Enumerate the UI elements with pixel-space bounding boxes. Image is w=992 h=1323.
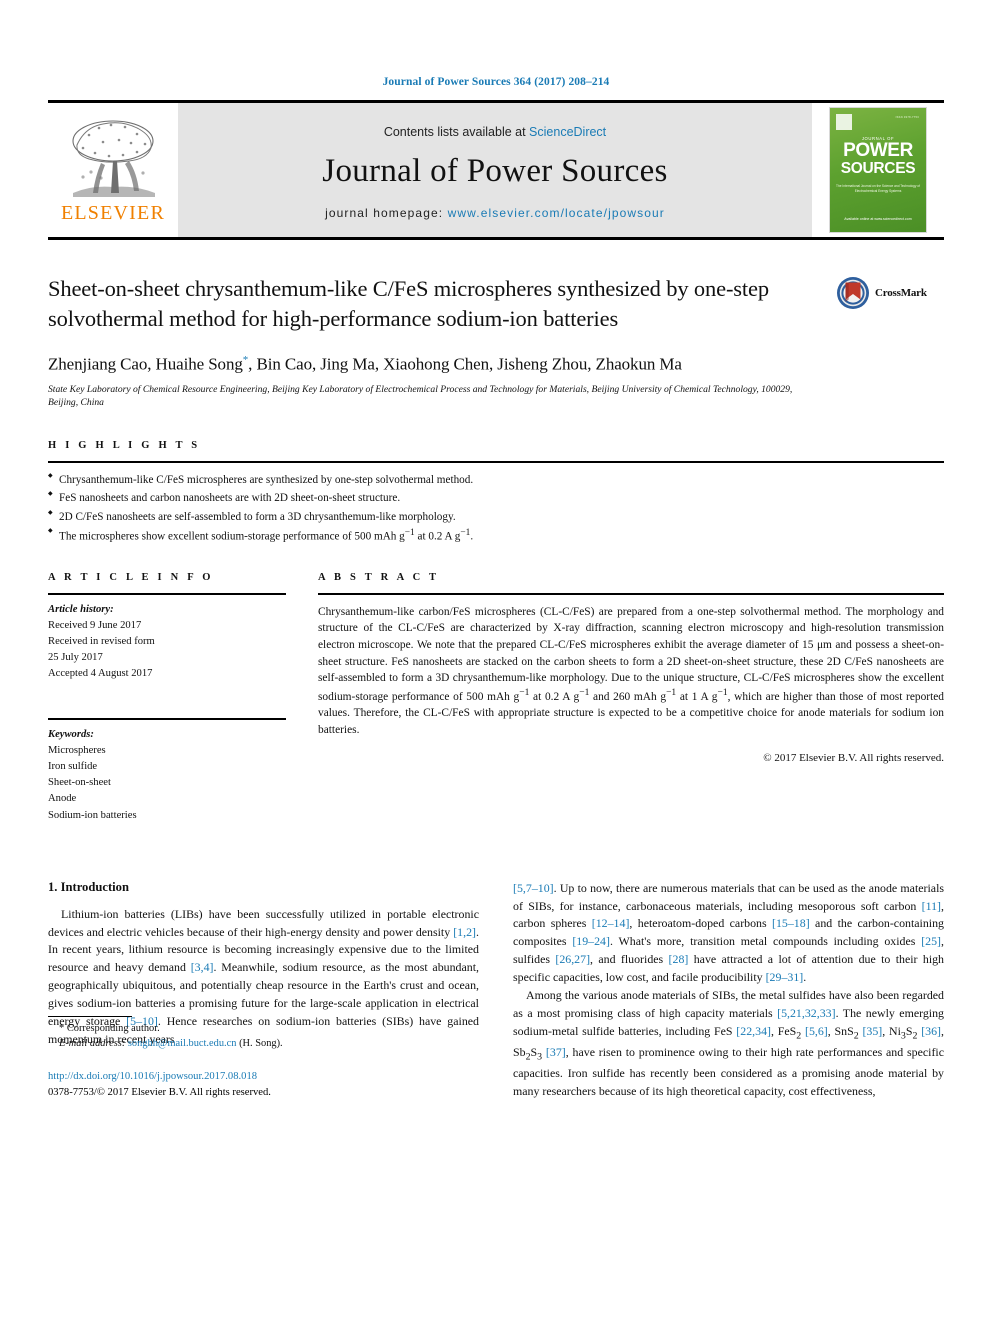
section-heading-introduction: 1. Introduction [48, 879, 129, 894]
sciencedirect-link[interactable]: ScienceDirect [529, 125, 606, 139]
list-item: The microspheres show excellent sodium-s… [48, 526, 944, 546]
citation-link[interactable]: [11] [922, 899, 941, 913]
keyword-item: Sheet-on-sheet [48, 777, 111, 789]
citation-link[interactable]: [12–14] [592, 916, 630, 930]
keywords-block: Keywords: Microspheres Iron sulfide Shee… [48, 727, 286, 824]
article-history-line: Accepted 4 August 2017 [48, 667, 153, 679]
paper-page: Journal of Power Sources 364 (2017) 208–… [0, 0, 992, 1323]
list-item: FeS nanosheets and carbon nanosheets are… [48, 489, 944, 507]
author-list: Zhenjiang Cao, Huaihe Song*, Bin Cao, Ji… [48, 354, 824, 375]
keyword-item: Anode [48, 793, 77, 805]
article-info-label: A R T I C L E I N F O [48, 571, 214, 583]
journal-title: Journal of Power Sources [322, 152, 668, 189]
citation-link[interactable]: [37] [546, 1045, 566, 1059]
cover-corner-text: ISSN 0378-7753 [895, 116, 919, 119]
issn-copyright-line: 0378-7753/© 2017 Elsevier B.V. All right… [48, 1086, 271, 1098]
citation-link[interactable]: [5,6] [805, 1024, 828, 1038]
journal-masthead: ELSEVIER Contents lists available at Sci… [48, 100, 944, 240]
citation-link[interactable]: [15–18] [772, 916, 810, 930]
info-abstract-section: A R T I C L E I N F O Article history: R… [48, 572, 944, 824]
elsevier-tree-icon [72, 120, 155, 197]
citation-link[interactable]: [29–31] [766, 970, 804, 984]
keyword-item: Microspheres [48, 745, 106, 757]
article-history-title: Article history: [48, 603, 114, 615]
cover-title-line2: SOURCES [840, 159, 916, 177]
affiliation: State Key Laboratory of Chemical Resourc… [48, 383, 793, 409]
abstract-rule [318, 592, 944, 595]
crossmark-label: CrossMark [875, 287, 927, 299]
citation-link[interactable]: [3,4] [191, 960, 214, 974]
citation-link[interactable]: [19–24] [572, 934, 610, 948]
contents-prefix: Contents lists available at [383, 124, 530, 139]
email-address-label: E-mail address: [59, 1038, 126, 1050]
abstract-column: A B S T R A C T Chrysanthemum-like carbo… [318, 572, 944, 824]
masthead-center: Contents lists available at ScienceDirec… [178, 103, 812, 237]
corresponding-author-label: Corresponding author. [66, 1022, 160, 1034]
cover-title-line1: POWER [843, 140, 913, 161]
keyword-item: Iron sulfide [48, 761, 98, 773]
citation-link[interactable]: [26,27] [555, 952, 590, 966]
cover-elsevier-mark-icon [836, 114, 852, 130]
citation-link[interactable]: [35] [862, 1024, 882, 1038]
article-info-rule [48, 592, 286, 595]
highlights-list: Chrysanthemum-like C/FeS microspheres ar… [48, 471, 944, 545]
article-history-line: Received 9 June 2017 [48, 619, 142, 631]
body-columns: 1. Introduction Lithium-ion batteries (L… [48, 880, 944, 1101]
page-title: Sheet-on-sheet chrysanthemum-like C/FeS … [48, 276, 769, 331]
highlights-section: H I G H L I G H T S Chrysanthemum-like C… [48, 440, 944, 545]
corresponding-author-note: * Corresponding author. E-mail address: … [48, 1021, 479, 1052]
cover-subtitle: The International Journal on the Science… [836, 184, 920, 193]
citation-link[interactable]: [5,21,32,33] [777, 1006, 835, 1020]
email-suffix: (H. Song). [239, 1038, 283, 1050]
article-history: Article history: Received 9 June 2017 Re… [48, 602, 286, 682]
crossmark-icon [837, 277, 869, 309]
citation-link[interactable]: [28] [669, 952, 689, 966]
elsevier-logo: ELSEVIER [48, 103, 178, 237]
abstract-label: A B S T R A C T [318, 571, 440, 583]
journal-cover-thumbnail: ISSN 0378-7753 JOURNAL OF POWER SOURCES … [812, 103, 944, 237]
keywords-title: Keywords: [48, 729, 94, 741]
citation-link[interactable]: [22,34] [736, 1024, 771, 1038]
citation-link[interactable]: [5,7–10] [513, 881, 554, 895]
journal-homepage-line: journal homepage: www.elsevier.com/locat… [325, 206, 665, 220]
citation-link[interactable]: [1,2] [453, 925, 476, 939]
running-head: Journal of Power Sources 364 (2017) 208–… [382, 76, 610, 88]
article-history-line: Received in revised form [48, 635, 155, 647]
citation-link[interactable]: [36] [921, 1024, 941, 1038]
list-item: Chrysanthemum-like C/FeS microspheres ar… [48, 471, 944, 489]
body-column-right: [5,7–10]. Up to now, there are numerous … [513, 880, 944, 1101]
doi-block: http://dx.doi.org/10.1016/j.jpowsour.201… [48, 1069, 479, 1101]
crossmark-badge[interactable]: CrossMark [836, 276, 944, 310]
journal-homepage-link[interactable]: www.elsevier.com/locate/jpowsour [448, 206, 665, 220]
cover-footer-text: Available online at www.sciencedirect.co… [844, 217, 912, 222]
homepage-prefix: journal homepage: [325, 205, 448, 220]
highlights-rule [48, 461, 944, 464]
article-info-column: A R T I C L E I N F O Article history: R… [48, 572, 286, 824]
authors-first: Zhenjiang Cao, Huaihe Song [48, 354, 243, 374]
footnote-marker: * [59, 1022, 65, 1034]
body-column-left: 1. Introduction Lithium-ion batteries (L… [48, 880, 479, 1101]
highlights-label: H I G H L I G H T S [48, 440, 201, 452]
authors-rest: , Bin Cao, Jing Ma, Xiaohong Chen, Jishe… [248, 354, 682, 374]
abstract-text: Chrysanthemum-like carbon/FeS microspher… [318, 605, 944, 736]
citation-link[interactable]: [25] [921, 934, 941, 948]
doi-link[interactable]: http://dx.doi.org/10.1016/j.jpowsour.201… [48, 1069, 479, 1085]
email-link[interactable]: songhh@mail.buct.edu.cn [128, 1038, 237, 1049]
cover-title: POWER SOURCES [830, 140, 926, 177]
elsevier-wordmark: ELSEVIER [60, 202, 166, 224]
footnote-block: * Corresponding author. E-mail address: … [48, 1015, 479, 1101]
footnote-rule [48, 1015, 132, 1017]
paragraph: [5,7–10]. Up to now, there are numerous … [513, 880, 945, 984]
abstract-copyright: © 2017 Elsevier B.V. All rights reserved… [763, 751, 944, 764]
list-item: 2D C/FeS nanosheets are self-assembled t… [48, 508, 944, 526]
keywords-rule [48, 718, 286, 721]
title-block: Sheet-on-sheet chrysanthemum-like C/FeS … [48, 274, 944, 410]
paragraph: Among the various anode materials of SIB… [513, 987, 944, 1098]
contents-available-line: Contents lists available at ScienceDirec… [384, 125, 606, 139]
cover-art: ISSN 0378-7753 JOURNAL OF POWER SOURCES … [830, 108, 926, 232]
article-history-line: 25 July 2017 [48, 651, 103, 663]
keyword-item: Sodium-ion batteries [48, 809, 137, 821]
